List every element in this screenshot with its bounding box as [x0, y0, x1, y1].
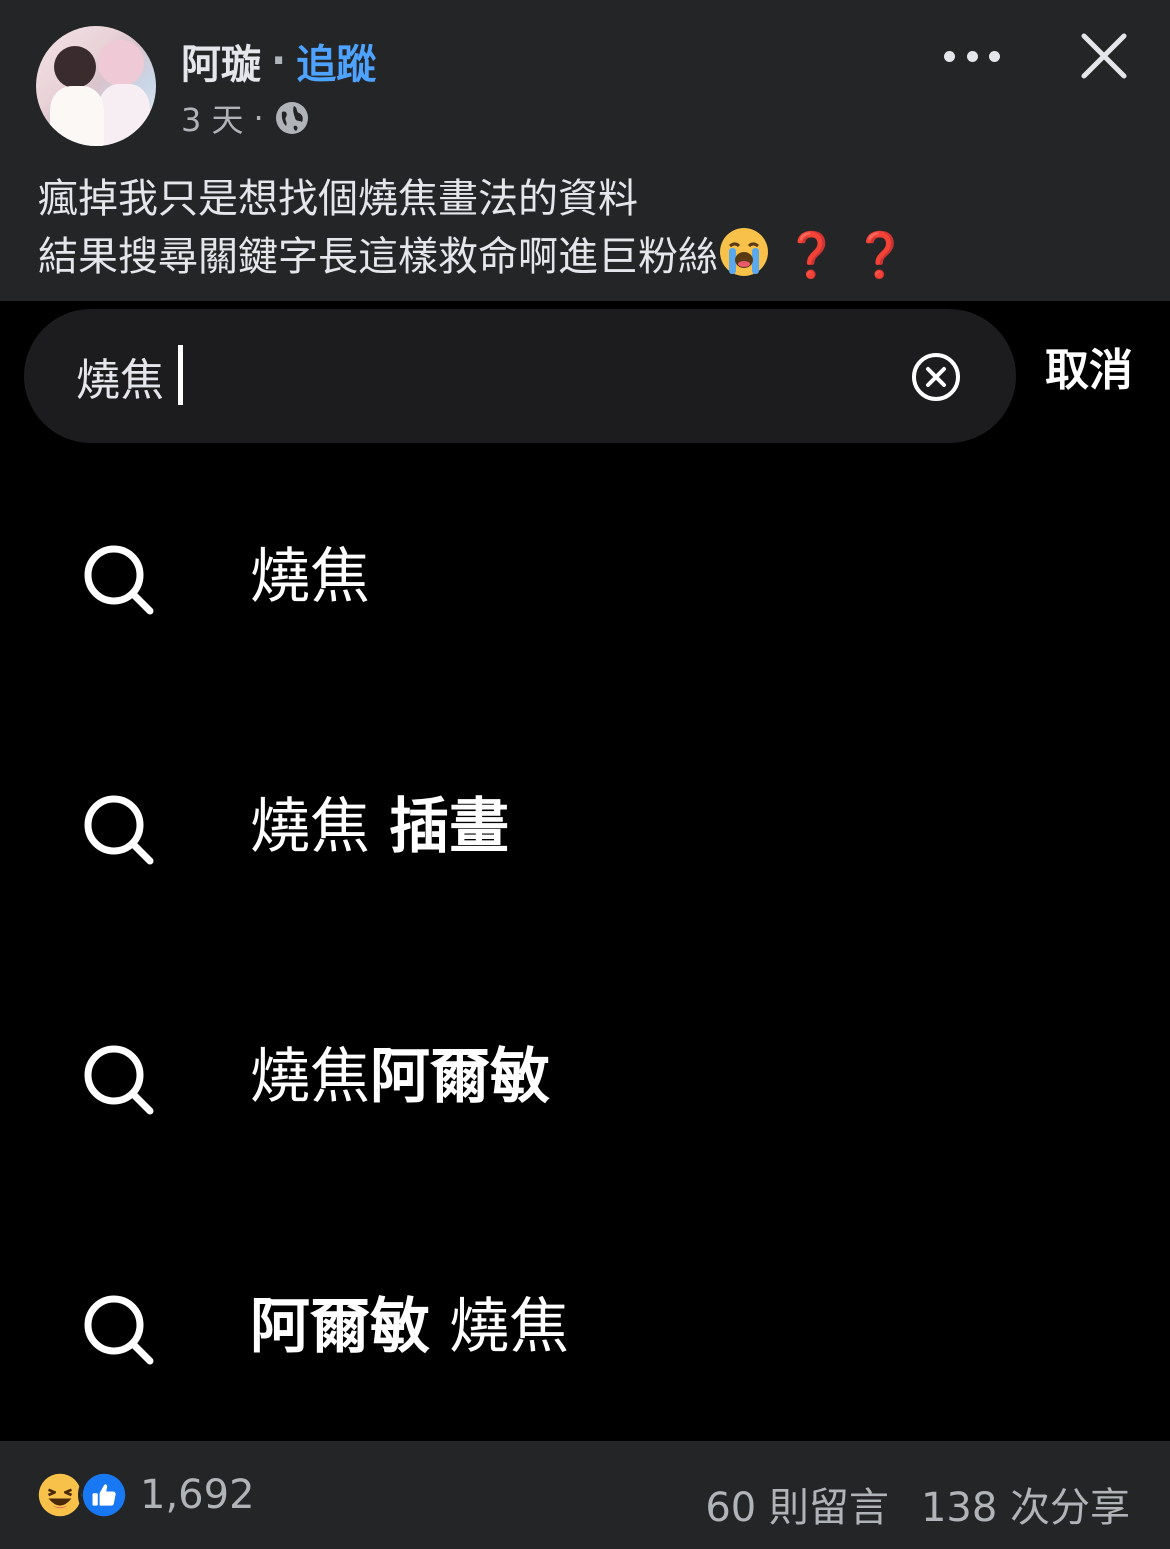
question-mark-1: ❓ [784, 230, 839, 281]
search-icon [84, 795, 154, 865]
search-query: 燒焦 [76, 355, 164, 406]
suggestion-item[interactable]: 燒焦 插畫 [0, 767, 1170, 887]
question-mark-2: ❓ [852, 230, 908, 281]
engagement-stats: 60 則留言 138 次分享 [705, 1475, 1130, 1533]
suggestion-part-1: 燒焦 [250, 792, 390, 862]
post-meta: 3 天 · [181, 96, 310, 140]
suggestion-part-2: 燒焦 [430, 1292, 570, 1362]
post-time[interactable]: 3 天 [181, 95, 244, 141]
suggestion-label: 燒焦阿爾敏 [250, 1039, 550, 1115]
search-bar[interactable]: 燒焦 [24, 309, 1016, 443]
suggestion-part-1: 阿爾敏 [250, 1292, 430, 1362]
suggestion-label: 阿爾敏 燒焦 [250, 1289, 569, 1365]
suggestion-item[interactable]: 阿爾敏 燒焦 [0, 1267, 1170, 1387]
suggestion-label: 燒焦 插畫 [250, 789, 509, 865]
shares-count[interactable]: 138 次分享 [921, 1475, 1130, 1533]
text-caret [178, 345, 183, 405]
post-text-line-1: 瘋掉我只是想找個燒焦畫法的資料 [38, 176, 638, 222]
cancel-button[interactable]: 取消 [1045, 341, 1133, 401]
like-reaction-icon [78, 1469, 130, 1521]
suggestion-part-1: 燒焦 [250, 1042, 370, 1112]
suggestion-part-2: 插畫 [389, 792, 510, 862]
post-header: 阿璇 · 追蹤 3 天 · 瘋掉我只是想找個燒焦畫法的資料 結果搜尋關鍵字長這樣… [0, 0, 1170, 300]
search-input[interactable]: 燒焦 [76, 345, 183, 411]
search-icon [84, 1295, 154, 1365]
follow-button[interactable]: 追蹤 [296, 32, 376, 90]
author-row: 阿璇 · 追蹤 [181, 34, 376, 88]
suggestion-part-2: 阿爾敏 [370, 1042, 550, 1112]
reactions-summary[interactable]: 1,692 [34, 1469, 255, 1521]
post-text-line-2: 結果搜尋關鍵字長這樣救命啊進巨粉絲 ❓ ❓ [38, 226, 908, 284]
meta-separator: · [253, 99, 264, 137]
suggestion-label: 燒焦 [250, 539, 370, 615]
post-text-line-2-text: 結果搜尋關鍵字長這樣救命啊進巨粉絲 [38, 234, 718, 280]
clear-search-icon[interactable] [910, 351, 962, 403]
name-separator: · [271, 38, 287, 84]
more-options-icon[interactable] [944, 40, 1000, 72]
globe-icon [275, 102, 308, 134]
suggestion-item[interactable]: 燒焦 [0, 517, 1170, 637]
close-icon[interactable] [1078, 30, 1130, 82]
crying-face-emoji-icon [720, 228, 768, 276]
post-text: 瘋掉我只是想找個燒焦畫法的資料 結果搜尋關鍵字長這樣救命啊進巨粉絲 ❓ ❓ [38, 172, 908, 284]
reaction-count: 1,692 [140, 1472, 255, 1518]
suggestion-part-1: 燒焦 [250, 542, 370, 612]
suggestion-item[interactable]: 燒焦阿爾敏 [0, 1017, 1170, 1137]
comments-count[interactable]: 60 則留言 [705, 1475, 889, 1533]
post-footer: 1,692 60 則留言 138 次分享 [0, 1441, 1170, 1549]
author-name[interactable]: 阿璇 [181, 32, 261, 90]
avatar[interactable] [36, 26, 156, 146]
search-icon [84, 545, 154, 615]
search-icon [84, 1045, 154, 1115]
embedded-screenshot[interactable]: 燒焦 取消 燒焦 燒焦 插畫 燒焦阿爾敏 阿爾敏 燒焦 [0, 301, 1170, 1441]
